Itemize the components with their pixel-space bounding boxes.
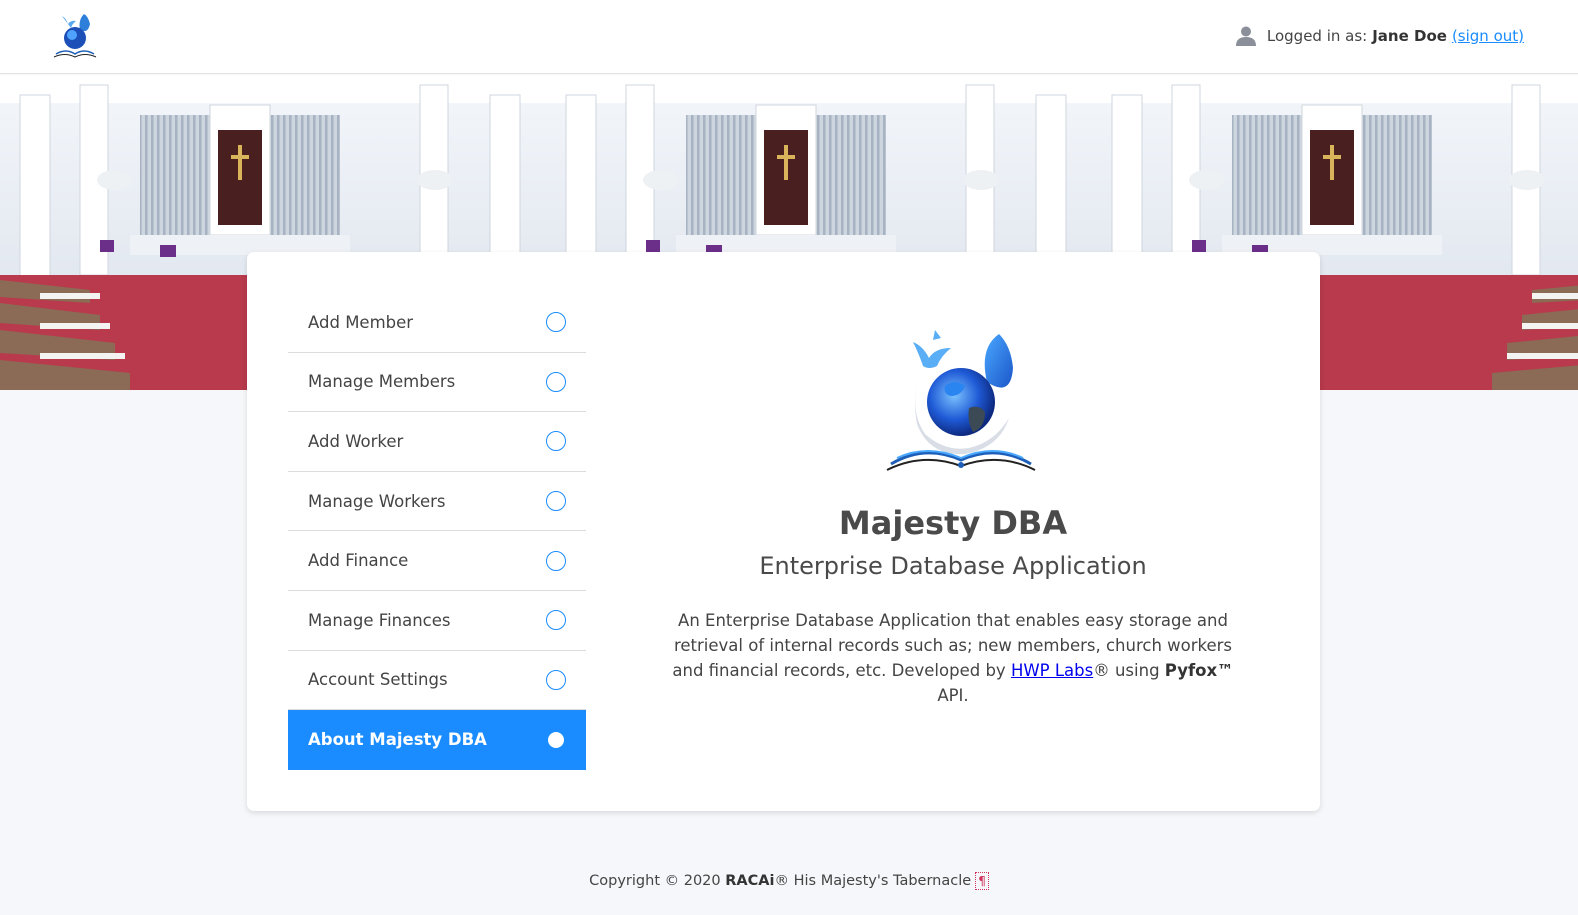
radio-icon[interactable] [546, 491, 566, 512]
logged-in-label: Logged in as: [1266, 27, 1368, 45]
user-name: Jane Doe [1372, 27, 1447, 45]
menu-item-manage-workers[interactable]: Manage Workers [288, 472, 586, 532]
menu-item-label: Add Member [308, 312, 414, 332]
top-header: Logged in as: Jane Doe (sign out) [0, 0, 1578, 74]
menu-item-manage-finances[interactable]: Manage Finances [288, 591, 586, 651]
menu-item-label: Manage Finances [308, 610, 451, 630]
footer-brand: RACAi [725, 873, 775, 889]
about-title: Majesty DBA [838, 504, 1068, 542]
menu-item-account-settings[interactable]: Account Settings [288, 651, 586, 711]
menu-item-about[interactable]: About Majesty DBA [288, 710, 586, 770]
main-card: Add Member Manage Members Add Worker Man… [247, 252, 1320, 811]
menu-item-label: Add Finance [308, 551, 409, 571]
menu-item-add-member[interactable]: Add Member [288, 293, 586, 353]
radio-icon[interactable] [546, 669, 566, 690]
menu-item-label: About Majesty DBA [308, 730, 487, 750]
side-menu: Add Member Manage Members Add Worker Man… [288, 293, 586, 770]
footer-org: ® His Majesty's Tabernacle [774, 873, 972, 889]
about-desc-text: API. [937, 686, 969, 705]
radio-icon[interactable] [546, 371, 566, 392]
menu-item-add-worker[interactable]: Add Worker [288, 412, 586, 472]
copyright-text: Copyright © 2020 [589, 873, 726, 889]
menu-item-label: Account Settings [308, 670, 448, 690]
about-description: An Enterprise Database Application that … [656, 608, 1250, 708]
user-icon [1235, 26, 1256, 46]
about-desc-text: ® using [1093, 661, 1165, 680]
radio-icon[interactable] [546, 312, 566, 333]
footer: Copyright © 2020 RACAi® His Majesty's Ta… [0, 872, 1578, 890]
hwp-labs-link[interactable]: HWP Labs [1011, 661, 1093, 680]
radio-selected-icon[interactable] [548, 731, 564, 748]
pilcrow-icon: ¶ [975, 872, 989, 890]
radio-icon[interactable] [546, 610, 566, 631]
pyfox-brand: Pyfox™ [1164, 661, 1234, 680]
user-info: Logged in as: Jane Doe (sign out) [1235, 24, 1524, 48]
menu-item-manage-members[interactable]: Manage Members [288, 353, 586, 413]
about-subtitle: Enterprise Database Application [759, 552, 1147, 580]
app-logo-icon[interactable] [48, 10, 102, 60]
radio-icon[interactable] [546, 431, 566, 452]
majesty-logo-icon [886, 330, 1036, 471]
menu-item-label: Add Worker [308, 431, 404, 451]
menu-item-label: Manage Workers [308, 491, 446, 511]
menu-item-label: Manage Members [308, 372, 456, 392]
radio-icon[interactable] [546, 550, 566, 571]
sign-out-link[interactable]: (sign out) [1452, 27, 1524, 45]
menu-item-add-finance[interactable]: Add Finance [288, 531, 586, 591]
